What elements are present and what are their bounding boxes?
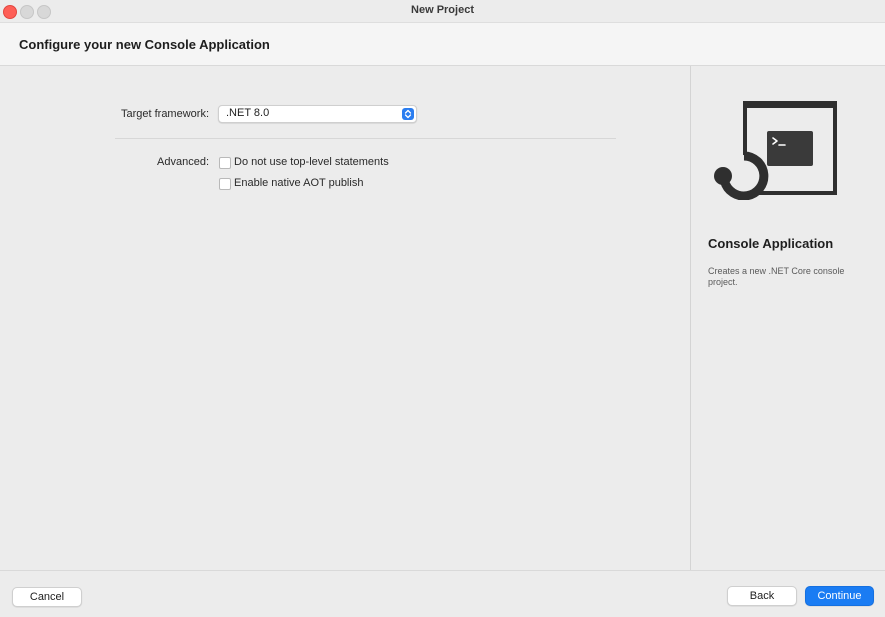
advanced-label: Advanced: — [157, 156, 209, 168]
window-title: New Project — [411, 4, 474, 16]
back-button[interactable]: Back — [727, 586, 797, 606]
select-arrows-icon — [402, 108, 414, 120]
template-description: Creates a new .NET Core console project. — [708, 266, 845, 287]
template-info-panel: Console Application Creates a new .NET C… — [690, 66, 885, 570]
native-aot-label[interactable]: Enable native AOT publish — [234, 177, 363, 189]
target-framework-select[interactable]: .NET 8.0 — [218, 105, 417, 123]
top-level-statements-checkbox[interactable] — [219, 157, 231, 169]
console-application-icon — [713, 100, 839, 205]
cancel-button[interactable]: Cancel — [12, 587, 82, 607]
continue-button[interactable]: Continue — [805, 586, 874, 606]
footer: Cancel Back Continue — [0, 570, 885, 617]
top-level-statements-label[interactable]: Do not use top-level statements — [234, 156, 389, 168]
title-bar: New Project — [0, 0, 885, 23]
header: Configure your new Console Application — [0, 23, 885, 66]
target-framework-label: Target framework: — [120, 108, 209, 120]
main-content: Target framework: .NET 8.0 Advanced: Do … — [0, 66, 690, 570]
page-title: Configure your new Console Application — [19, 37, 270, 52]
native-aot-checkbox[interactable] — [219, 178, 231, 190]
target-framework-value: .NET 8.0 — [226, 107, 270, 119]
template-title: Console Application — [708, 236, 834, 251]
divider — [115, 138, 616, 139]
